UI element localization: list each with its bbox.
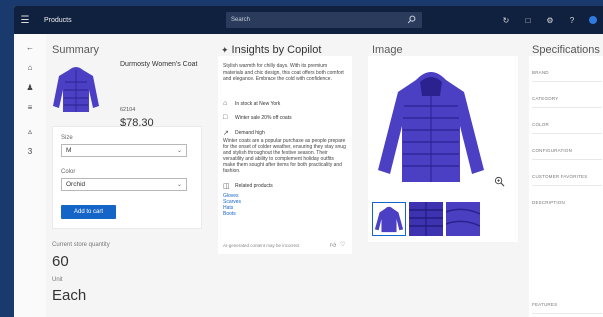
related-title: Related products bbox=[235, 183, 273, 189]
search-icon[interactable] bbox=[407, 15, 416, 24]
stock-row: ⌂ In stock at New York bbox=[223, 100, 280, 107]
spec-features: FEATURES bbox=[532, 302, 558, 307]
insights-description: Stylish warmth for chilly days. With its… bbox=[223, 63, 344, 82]
related-link[interactable]: Boots bbox=[223, 211, 241, 217]
chat-icon[interactable]: □ bbox=[523, 15, 533, 25]
thumbs-down-icon[interactable]: ♡ bbox=[340, 241, 345, 248]
main-product-image bbox=[378, 72, 484, 182]
demand-text: Winter coats are a popular purchase as p… bbox=[223, 138, 346, 174]
insights-card: Stylish warmth for chilly days. With its… bbox=[218, 56, 352, 254]
tag-icon: □ bbox=[223, 114, 228, 121]
divider bbox=[532, 107, 602, 108]
divider bbox=[532, 313, 602, 314]
quantity-label: Current store quantity bbox=[52, 242, 110, 248]
specifications-panel: BRAND CATEGORY COLOR CONFIGURATION CUSTO… bbox=[529, 56, 603, 317]
related-list: Gloves Scarves Hats Boots bbox=[223, 193, 241, 217]
color-value: Orchid bbox=[66, 181, 86, 188]
search-placeholder: Search bbox=[231, 17, 251, 23]
app-title: Products bbox=[44, 16, 72, 24]
product-name: Durmosty Women's Coat bbox=[120, 61, 198, 68]
app-window: ☰ Products Search ↻ □ ⚙ ? ← ⌂ ♟ ≡ ▵ 3 Su… bbox=[14, 6, 603, 317]
product-image bbox=[53, 67, 99, 112]
size-value: M bbox=[66, 147, 72, 154]
quantity-value: 60 bbox=[52, 253, 69, 270]
home-icon[interactable]: ⌂ bbox=[25, 62, 35, 72]
divider bbox=[532, 185, 602, 186]
chevron-down-icon: ⌄ bbox=[176, 182, 182, 188]
spec-customer-favorites: CUSTOMER FAVORITES bbox=[532, 174, 588, 179]
related-row: ◫ Related products bbox=[223, 182, 273, 190]
refresh-icon[interactable]: ↻ bbox=[501, 15, 511, 25]
thumbnail-1[interactable] bbox=[372, 202, 406, 236]
spec-color: COLOR bbox=[532, 122, 550, 127]
zoom-in-icon[interactable] bbox=[494, 176, 505, 187]
sale-text: Winter sale 20% off coats bbox=[235, 114, 292, 121]
color-label: Color bbox=[61, 169, 76, 175]
bag-icon[interactable]: ▵ bbox=[25, 126, 35, 136]
ai-disclaimer: AI-generated content may be incorrect bbox=[223, 243, 300, 248]
chevron-down-icon: ⌄ bbox=[176, 148, 182, 154]
hamburger-menu-icon[interactable]: ☰ bbox=[14, 6, 36, 34]
spec-configuration: CONFIGURATION bbox=[532, 148, 573, 153]
specifications-heading: Specifications bbox=[532, 44, 600, 56]
spec-brand: BRAND bbox=[532, 70, 549, 75]
top-bar: ☰ Products Search ↻ □ ⚙ ? bbox=[14, 6, 603, 34]
size-label: Size bbox=[61, 135, 73, 141]
thumbnail-2[interactable] bbox=[409, 202, 443, 236]
demand-row: ↗ Demand high bbox=[223, 129, 265, 137]
shopping-bag-icon: ◫ bbox=[223, 183, 230, 190]
add-to-cart-button[interactable]: Add to cart bbox=[61, 205, 116, 219]
help-icon[interactable]: ? bbox=[567, 15, 577, 25]
main-content: Summary Durmosty Women's Coat 62104 $78.… bbox=[46, 34, 603, 317]
image-heading: Image bbox=[372, 44, 403, 56]
color-select[interactable]: Orchid ⌄ bbox=[61, 178, 187, 191]
demand-title: Demand high bbox=[235, 130, 265, 136]
insights-header: ✦ Insights by Copilot bbox=[221, 44, 321, 56]
divider bbox=[532, 133, 602, 134]
divider bbox=[532, 81, 602, 82]
thumbnail-3[interactable] bbox=[446, 202, 480, 236]
gear-icon[interactable]: ⚙ bbox=[545, 15, 555, 25]
back-arrow-icon[interactable]: ← bbox=[25, 42, 35, 52]
divider bbox=[532, 159, 602, 160]
unit-label: Unit bbox=[52, 277, 63, 283]
list-icon[interactable]: ≡ bbox=[25, 102, 35, 112]
store-icon: ⌂ bbox=[223, 100, 228, 107]
people-icon[interactable]: ♟ bbox=[25, 82, 35, 92]
spec-category: CATEGORY bbox=[532, 96, 559, 101]
stock-text: In stock at New York bbox=[235, 100, 281, 107]
sale-row: □ Winter sale 20% off coats bbox=[223, 114, 292, 121]
number-icon[interactable]: 3 bbox=[25, 146, 35, 156]
size-select[interactable]: M ⌄ bbox=[61, 144, 187, 157]
spec-description: DESCRIPTION bbox=[532, 200, 565, 205]
summary-card: Durmosty Women's Coat 62104 $78.30 bbox=[46, 54, 206, 132]
left-nav: ← ⌂ ♟ ≡ ▵ 3 bbox=[14, 34, 46, 317]
product-id: 62104 bbox=[120, 107, 136, 113]
options-card: Size M ⌄ Color Orchid ⌄ Add to cart bbox=[52, 126, 202, 229]
unit-value: Each bbox=[52, 287, 87, 304]
trend-icon: ↗ bbox=[223, 130, 229, 137]
insights-heading: Insights by Copilot bbox=[231, 44, 322, 56]
image-card bbox=[368, 56, 518, 242]
avatar[interactable] bbox=[589, 16, 597, 24]
copilot-icon: ✦ bbox=[221, 44, 229, 55]
search-box[interactable]: Search bbox=[226, 12, 422, 28]
thumbs-up-icon[interactable]: 👍︎ bbox=[330, 241, 336, 249]
